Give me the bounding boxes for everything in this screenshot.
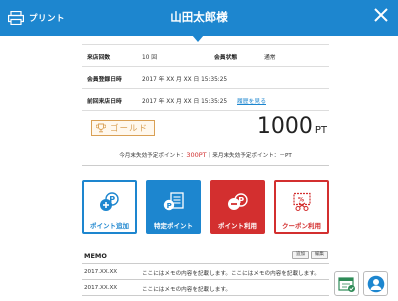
add-points-label: ポイント追加 bbox=[90, 222, 129, 230]
next-month-expiry-value: －PT bbox=[279, 153, 292, 159]
member-info-table: 来店回数 10 回 会員状態 通常 会員登録日時 2017 年 XX 月 XX … bbox=[82, 44, 329, 111]
visits-value: 10 回 bbox=[142, 55, 158, 61]
memo-add-button[interactable]: 追加 bbox=[292, 251, 309, 259]
calendar-check-icon bbox=[338, 277, 355, 292]
memo-row: 2017.XX.XX ここにはメモの内容を記載します。ここにはメモの内容を記載し… bbox=[82, 264, 329, 280]
next-month-expiry-label: 来月末失効予定ポイント： bbox=[212, 153, 280, 159]
user-icon bbox=[367, 275, 385, 293]
section-divider bbox=[82, 165, 329, 166]
info-row-visits: 来店回数 10 回 会員状態 通常 bbox=[82, 45, 329, 67]
add-points-button[interactable]: P ポイント追加 bbox=[82, 180, 137, 234]
member-profile-button[interactable] bbox=[363, 271, 388, 296]
status-value: 通常 bbox=[264, 55, 276, 61]
points-display: 1000 PT bbox=[257, 114, 327, 139]
svg-text:%: % bbox=[298, 197, 304, 204]
memo-row: 2017.XX.XX ここにはメモの内容を記載します。 bbox=[82, 280, 329, 296]
use-points-icon: P bbox=[227, 193, 248, 210]
trophy-icon bbox=[96, 123, 106, 133]
rank-label: ゴールド bbox=[110, 124, 149, 134]
memo-date: 2017.XX.XX bbox=[84, 285, 118, 291]
expiry-line: 今月末失効予定ポイント：300PT｜来月末失効予定ポイント：－PT bbox=[82, 151, 329, 159]
use-coupon-button[interactable]: % クーポン利用 bbox=[274, 180, 329, 234]
close-icon[interactable] bbox=[372, 6, 390, 24]
header-bar: プリント 山田太郎様 bbox=[0, 0, 398, 36]
memo-list: 2017.XX.XX ここにはメモの内容を記載します。ここにはメモの内容を記載し… bbox=[82, 263, 329, 296]
use-points-button[interactable]: P ポイント利用 bbox=[210, 180, 265, 234]
add-points-icon: P bbox=[99, 192, 119, 211]
registered-value: 2017 年 XX 月 XX 日 15:35:25 bbox=[142, 77, 228, 83]
coupon-icon: % bbox=[292, 192, 311, 212]
history-link[interactable]: 履歴を見る bbox=[237, 96, 266, 105]
last-visit-value: 2017 年 XX 月 XX 日 15:35:25 bbox=[142, 99, 228, 105]
specific-points-label: 特定ポイント bbox=[154, 222, 193, 230]
calendar-button[interactable] bbox=[334, 271, 359, 296]
memo-text: ここにはメモの内容を記載します。ここにはメモの内容を記載します。 bbox=[142, 271, 320, 277]
rank-badge: ゴールド bbox=[91, 120, 155, 136]
this-month-expiry-label: 今月末失効予定ポイント： bbox=[119, 153, 187, 159]
svg-text:P: P bbox=[166, 202, 171, 210]
memo-title: MEMO bbox=[84, 252, 107, 260]
visits-label: 来店回数 bbox=[87, 55, 111, 61]
specific-points-button[interactable]: P 特定ポイント bbox=[146, 180, 201, 234]
points-unit: PT bbox=[314, 125, 327, 136]
registered-label: 会員登録日時 bbox=[87, 77, 122, 83]
this-month-expiry-value: 300PT bbox=[186, 151, 207, 159]
info-row-last-visit: 前回来店日時 2017 年 XX 月 XX 日 15:35:25 履歴を見る bbox=[82, 89, 329, 111]
memo-header: MEMO 追加 編集 bbox=[82, 250, 329, 262]
status-label: 会員状態 bbox=[214, 55, 238, 61]
use-points-label: ポイント利用 bbox=[218, 222, 257, 230]
memo-text: ここにはメモの内容を記載します。 bbox=[142, 287, 231, 293]
header-notch bbox=[192, 35, 204, 42]
memo-date: 2017.XX.XX bbox=[84, 269, 118, 275]
points-value: 1000 bbox=[256, 114, 313, 139]
page-title: 山田太郎様 bbox=[170, 10, 228, 24]
rank-points-area: ゴールド 1000 PT bbox=[82, 110, 329, 148]
info-row-registered: 会員登録日時 2017 年 XX 月 XX 日 15:35:25 bbox=[82, 67, 329, 89]
last-visit-label: 前回来店日時 bbox=[87, 99, 122, 105]
memo-edit-button[interactable]: 編集 bbox=[311, 251, 328, 259]
use-coupon-label: クーポン利用 bbox=[282, 222, 321, 230]
specific-points-icon: P bbox=[163, 192, 184, 211]
